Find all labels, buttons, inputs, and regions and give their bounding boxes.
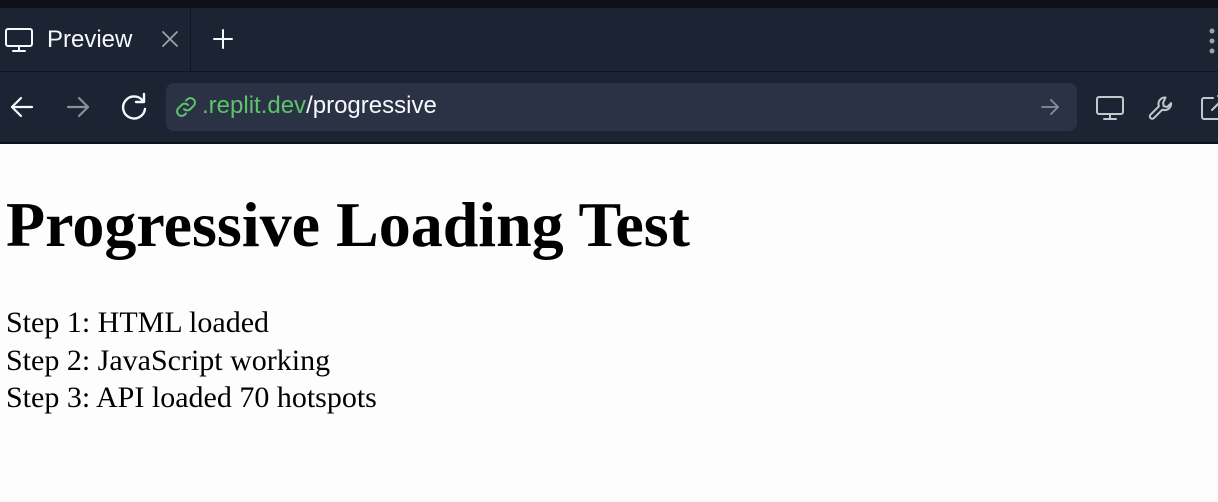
monitor-icon[interactable] xyxy=(1095,93,1125,123)
tab-bar: Preview xyxy=(0,8,1218,71)
link-icon xyxy=(176,97,196,117)
window-top-strip xyxy=(0,0,1218,8)
open-external-icon[interactable] xyxy=(1199,93,1218,123)
reload-icon[interactable] xyxy=(119,92,149,122)
tab-title: Preview xyxy=(47,26,133,53)
step-1: Step 1: HTML loaded xyxy=(6,306,270,339)
steps-list: Step 1: HTML loaded Step 2: JavaScript w… xyxy=(6,304,377,417)
url-domain: .replit.dev xyxy=(202,92,307,119)
step-3: Step 3: API loaded 70 hotspots xyxy=(6,381,377,414)
url-path: /progressive xyxy=(306,92,437,119)
address-bar[interactable]: .replit.dev/progressive xyxy=(166,83,1077,131)
navigation-bar: .replit.dev/progressive xyxy=(0,71,1218,142)
page-title: Progressive Loading Test xyxy=(6,189,690,260)
new-tab-plus-icon[interactable] xyxy=(210,26,236,52)
url-text[interactable]: .replit.dev/progressive xyxy=(202,91,437,121)
step-2: Step 2: JavaScript working xyxy=(6,343,331,377)
back-arrow-icon[interactable] xyxy=(7,92,37,122)
page-content: Progressive Loading Test Step 1: HTML lo… xyxy=(0,144,1218,502)
monitor-icon xyxy=(5,28,33,52)
tab-preview[interactable]: Preview xyxy=(0,8,191,71)
wrench-icon[interactable] xyxy=(1147,93,1177,123)
go-arrow-icon[interactable] xyxy=(1039,96,1061,118)
forward-arrow-icon[interactable] xyxy=(63,92,93,122)
more-menu-icon[interactable] xyxy=(1206,24,1218,58)
close-icon[interactable] xyxy=(159,28,181,50)
